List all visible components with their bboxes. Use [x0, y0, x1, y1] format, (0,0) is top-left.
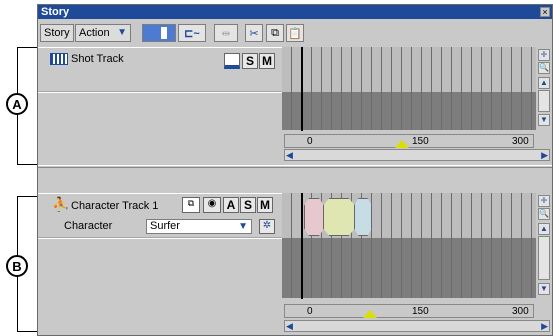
- story-window: Story × Story Action ▼ ⊏~ ⇹ ✂ ⧉ 📋 Shot T…: [37, 4, 553, 336]
- callout-a: A: [6, 93, 28, 115]
- character-mute-button[interactable]: M: [257, 197, 273, 213]
- character-figure-icon: ⛹: [52, 196, 70, 212]
- shot-track-empty: [38, 92, 282, 140]
- character-map-icon[interactable]: ⧉: [182, 197, 200, 213]
- character-horizontal-scrollbar[interactable]: ◀ ▶: [284, 320, 550, 332]
- magnet-snap-icon[interactable]: ⊏~: [178, 24, 206, 42]
- character-track-label: Character Track 1: [71, 200, 159, 212]
- scroll-right-icon[interactable]: ▶: [541, 321, 548, 332]
- frame-all-icon[interactable]: ✛: [538, 195, 550, 207]
- shot-vertical-toolbar: ✛ 🔍 ▲ ▼: [537, 47, 551, 130]
- character-field-label: Character: [64, 220, 113, 232]
- shot-track-label: Shot Track: [71, 53, 124, 65]
- paste-icon[interactable]: 📋: [286, 24, 304, 42]
- shot-time-cursor[interactable]: [301, 47, 303, 131]
- action-label: Action: [79, 27, 110, 39]
- scroll-down-icon[interactable]: ▼: [538, 283, 550, 295]
- tick-300: 300: [512, 136, 529, 147]
- scroll-left-icon[interactable]: ◀: [286, 321, 293, 332]
- scroll-thumb[interactable]: [538, 236, 550, 280]
- scroll-up-icon[interactable]: ▲: [538, 223, 550, 235]
- story-menu-button[interactable]: Story: [40, 24, 74, 42]
- character-vertical-toolbar: ✛ 🔍 ▲ ▼: [537, 193, 551, 298]
- tick-150: 150: [412, 306, 429, 317]
- scroll-left-icon[interactable]: ◀: [286, 150, 293, 161]
- window-title: Story: [38, 5, 552, 19]
- character-track-header: ⛹ Character Track 1 ⧉ ◉ A S M Character …: [38, 193, 282, 237]
- scroll-down-icon[interactable]: ▼: [538, 114, 550, 126]
- character-ruler[interactable]: 0 150 300: [284, 304, 534, 318]
- tick-300: 300: [512, 306, 529, 317]
- character-select[interactable]: Surfer ▼: [146, 219, 252, 234]
- scissors-icon[interactable]: ✂: [245, 24, 263, 42]
- tick-0: 0: [307, 136, 313, 147]
- clapboard-icon: [50, 53, 68, 65]
- zoom-icon[interactable]: 🔍: [538, 208, 550, 220]
- callout-b: B: [6, 255, 28, 277]
- shot-track-header: Shot Track S M: [38, 47, 282, 91]
- shot-horizontal-scrollbar[interactable]: ◀ ▶: [284, 149, 550, 161]
- shot-grid: [282, 47, 536, 130]
- camera-view-icon[interactable]: [224, 53, 240, 69]
- split-clip-icon[interactable]: ⇹: [214, 24, 238, 42]
- clip-block-2[interactable]: [323, 198, 355, 236]
- shot-ruler[interactable]: 0 150 300: [284, 134, 534, 148]
- tick-150: 150: [412, 136, 429, 147]
- clip-block-1[interactable]: [304, 198, 324, 236]
- chevron-down-icon: ▼: [238, 221, 248, 232]
- playhead-marker-icon[interactable]: [395, 140, 409, 148]
- chevron-down-icon: ▼: [117, 27, 127, 38]
- shot-solo-button[interactable]: S: [242, 53, 258, 69]
- visibility-icon[interactable]: ◉: [203, 197, 221, 213]
- toolbar: Story Action ▼ ⊏~ ⇹ ✂ ⧉ 📋: [38, 20, 552, 46]
- character-animation-button[interactable]: A: [223, 197, 239, 213]
- character-time-cursor[interactable]: [301, 193, 303, 299]
- panel-splitter[interactable]: [38, 165, 552, 168]
- character-track-empty: [38, 238, 282, 299]
- tick-0: 0: [307, 306, 313, 317]
- layout-toggle-icon[interactable]: [142, 24, 176, 42]
- copy-icon[interactable]: ⧉: [266, 24, 284, 42]
- scroll-up-icon[interactable]: ▲: [538, 77, 550, 89]
- close-button[interactable]: ×: [540, 7, 550, 17]
- frame-all-icon[interactable]: ✛: [538, 49, 550, 61]
- playhead-marker-icon[interactable]: [363, 310, 377, 318]
- character-solo-button[interactable]: S: [240, 197, 256, 213]
- scroll-right-icon[interactable]: ▶: [541, 150, 548, 161]
- character-select-value: Surfer: [150, 220, 180, 232]
- shot-mute-button[interactable]: M: [259, 53, 275, 69]
- clip-block-3[interactable]: [354, 198, 372, 236]
- character-pick-icon[interactable]: ✲: [259, 219, 275, 234]
- scroll-thumb[interactable]: [538, 90, 550, 112]
- splitter-strip: [282, 169, 552, 193]
- action-menu-button[interactable]: Action ▼: [75, 24, 131, 42]
- zoom-icon[interactable]: 🔍: [538, 62, 550, 74]
